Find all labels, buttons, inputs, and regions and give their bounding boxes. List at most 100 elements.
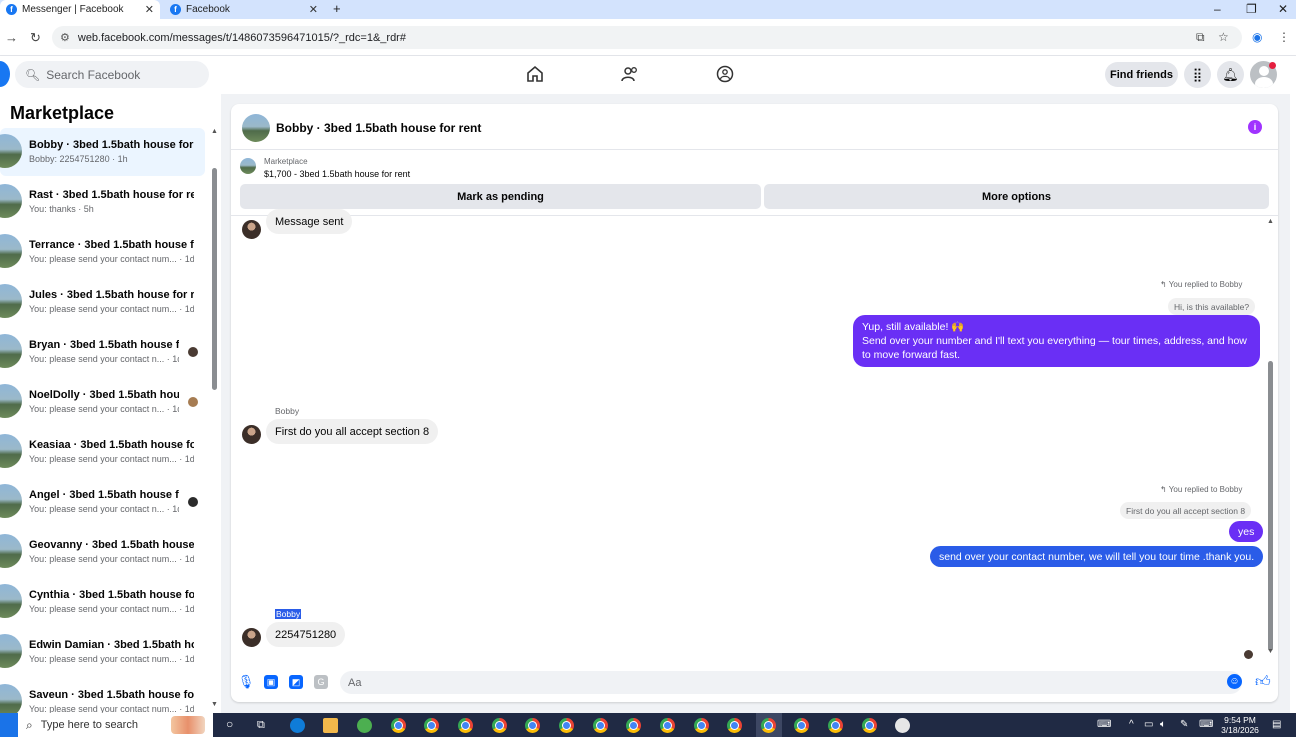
show-hidden-icons-icon[interactable]: ^ (1129, 719, 1134, 730)
contact-avatar[interactable] (242, 220, 261, 239)
conversation-item[interactable]: Cynthia · 3bed 1.5bath house for... You:… (0, 578, 205, 626)
conversation-item[interactable]: Bobby · 3bed 1.5bath house for ... Bobby… (0, 128, 205, 176)
network-icon[interactable]: ▭ (1144, 719, 1153, 730)
reload-icon[interactable]: ↻ (30, 30, 41, 46)
chrome-icon[interactable] (492, 718, 507, 733)
close-window-button[interactable]: ✕ (1278, 2, 1288, 16)
listing-thumbnail[interactable] (242, 114, 270, 142)
conversation-item[interactable]: Edwin Damian · 3bed 1.5bath ho... You: p… (0, 628, 205, 676)
scroll-up-arrow-icon[interactable]: ▲ (1267, 218, 1274, 225)
cortana-icon[interactable]: ○ (226, 717, 233, 731)
chrome-icon[interactable] (694, 718, 709, 733)
sticker-icon[interactable]: ◩ (289, 675, 303, 689)
conversation-name: NoelDolly · 3bed 1.5bath hous... (29, 389, 179, 401)
browser-tab-strip: f Messenger | Facebook ✕ f Facebook ✕ + … (0, 0, 1296, 19)
chrome-icon[interactable] (761, 718, 776, 733)
contact-avatar[interactable] (242, 628, 261, 647)
restore-button[interactable]: ❐ (1246, 2, 1257, 16)
conversation-item[interactable]: Terrance · 3bed 1.5bath house fo... You:… (0, 228, 205, 276)
start-button[interactable] (0, 713, 18, 737)
tab-facebook[interactable]: f Facebook ✕ (164, 0, 324, 19)
volume-icon[interactable]: 🔈︎ (1160, 719, 1166, 730)
listing-thumbnail[interactable] (240, 158, 256, 174)
chrome-icon[interactable] (862, 718, 877, 733)
chat-scrollbar[interactable]: ▲ ▼ (1267, 216, 1275, 656)
scroll-down-arrow-icon[interactable]: ▼ (211, 701, 218, 708)
thumbs-up-icon[interactable]: 👍︎ (1255, 673, 1271, 691)
keyboard-icon[interactable]: ⌨ (1097, 719, 1111, 730)
listing-price-title[interactable]: $1,700 - 3bed 1.5bath house for rent (264, 169, 410, 179)
app-icon[interactable] (895, 718, 910, 733)
chrome-icon[interactable] (424, 718, 439, 733)
conversation-item[interactable]: Keasiaa · 3bed 1.5bath house for... You:… (0, 428, 205, 476)
conversation-item[interactable]: Bryan · 3bed 1.5bath house fo... You: pl… (0, 328, 205, 376)
chrome-icon[interactable] (559, 718, 574, 733)
bookmark-star-icon[interactable]: ☆ (1218, 30, 1229, 44)
address-bar[interactable]: ⚙ web.facebook.com/messages/t/1486073596… (52, 26, 1242, 49)
chrome-menu-icon[interactable]: ⋮ (1278, 30, 1290, 44)
task-view-icon[interactable]: ⧉ (257, 719, 265, 732)
microphone-icon[interactable]: 🎙︎ (238, 674, 255, 689)
listing-thumbnail (0, 584, 22, 618)
file-explorer-icon[interactable] (323, 718, 338, 733)
chrome-icon[interactable] (660, 718, 675, 733)
close-tab-icon[interactable]: ✕ (145, 3, 154, 16)
edge-icon[interactable] (290, 718, 305, 733)
chrome-icon[interactable] (391, 718, 406, 733)
contact-avatar[interactable] (242, 425, 261, 444)
forward-icon[interactable]: → (5, 30, 18, 45)
chrome-icon[interactable] (593, 718, 608, 733)
quoted-message[interactable]: Hi, is this available? (1168, 298, 1256, 315)
close-tab-icon[interactable]: ✕ (309, 3, 318, 16)
gif-icon[interactable]: G (314, 675, 328, 689)
notification-center-icon[interactable]: ▤ (1272, 719, 1281, 730)
conversation-name: Saveun · 3bed 1.5bath house for... (29, 689, 194, 701)
scroll-up-arrow-icon[interactable]: ▲ (211, 128, 218, 135)
listing-thumbnail (0, 134, 22, 168)
scroll-down-arrow-icon[interactable]: ▼ (1267, 648, 1274, 655)
facebook-logo-icon[interactable] (0, 61, 10, 87)
info-icon[interactable]: i (1248, 120, 1262, 134)
chrome-icon[interactable] (828, 718, 843, 733)
conversation-item[interactable]: Geovanny · 3bed 1.5bath house ... You: p… (0, 528, 205, 576)
sidebar-scrollbar[interactable]: ▲ ▼ (211, 94, 218, 713)
chrome-icon[interactable] (458, 718, 473, 733)
profile-icon[interactable]: ◉ (1252, 30, 1262, 44)
site-settings-icon[interactable]: ⚙ (60, 31, 70, 44)
chat-title[interactable]: Bobby · 3bed 1.5bath house for rent (276, 121, 481, 135)
new-tab-button[interactable]: + (333, 1, 341, 16)
install-app-icon[interactable]: ⧉ (1196, 30, 1205, 45)
conversation-item[interactable]: Angel · 3bed 1.5bath house fo... You: pl… (0, 478, 205, 526)
scrollbar-thumb[interactable] (212, 168, 217, 390)
scrollbar-thumb[interactable] (1268, 361, 1273, 651)
chrome-icon[interactable] (727, 718, 742, 733)
chrome-icon[interactable] (626, 718, 641, 733)
taskbar-search-input[interactable]: ⌕ Type here to search (18, 713, 213, 737)
conversation-item[interactable]: Saveun · 3bed 1.5bath house for... You: … (0, 678, 205, 713)
find-friends-button[interactable]: Find friends (1105, 62, 1178, 87)
menu-grid-icon[interactable]: ⣿ (1184, 61, 1211, 88)
home-icon[interactable] (525, 64, 545, 84)
system-clock[interactable]: 9:54 PM 3/18/2026 (1220, 715, 1260, 735)
conversation-item[interactable]: Rast · 3bed 1.5bath house for rent You: … (0, 178, 205, 226)
groups-icon[interactable] (715, 64, 735, 84)
tab-messenger[interactable]: f Messenger | Facebook ✕ (0, 0, 160, 19)
pen-icon[interactable]: ✎ (1180, 719, 1188, 730)
chrome-icon[interactable] (525, 718, 540, 733)
conversation-item[interactable]: Jules · 3bed 1.5bath house for rent You:… (0, 278, 205, 326)
more-options-button[interactable]: More options (764, 184, 1269, 209)
sender-name: Bobby (275, 609, 302, 619)
chrome-icon[interactable] (794, 718, 809, 733)
mark-as-pending-button[interactable]: Mark as pending (240, 184, 761, 209)
quoted-message[interactable]: First do you all accept section 8 (1120, 502, 1252, 519)
search-input[interactable]: 🔍︎ Search Facebook (15, 61, 209, 88)
input-method-icon[interactable]: ⌨ (1199, 719, 1213, 730)
app-icon[interactable] (357, 718, 372, 733)
message-input[interactable]: Aa (340, 671, 1242, 694)
conversation-item[interactable]: NoelDolly · 3bed 1.5bath hous... You: pl… (0, 378, 205, 426)
emoji-icon[interactable]: ☺ (1227, 674, 1242, 689)
friends-icon[interactable] (620, 64, 640, 84)
photo-attach-icon[interactable]: ▣ (264, 675, 278, 689)
notifications-bell-icon[interactable]: 🔔︎ (1217, 61, 1244, 88)
minimize-button[interactable]: – (1214, 2, 1221, 16)
